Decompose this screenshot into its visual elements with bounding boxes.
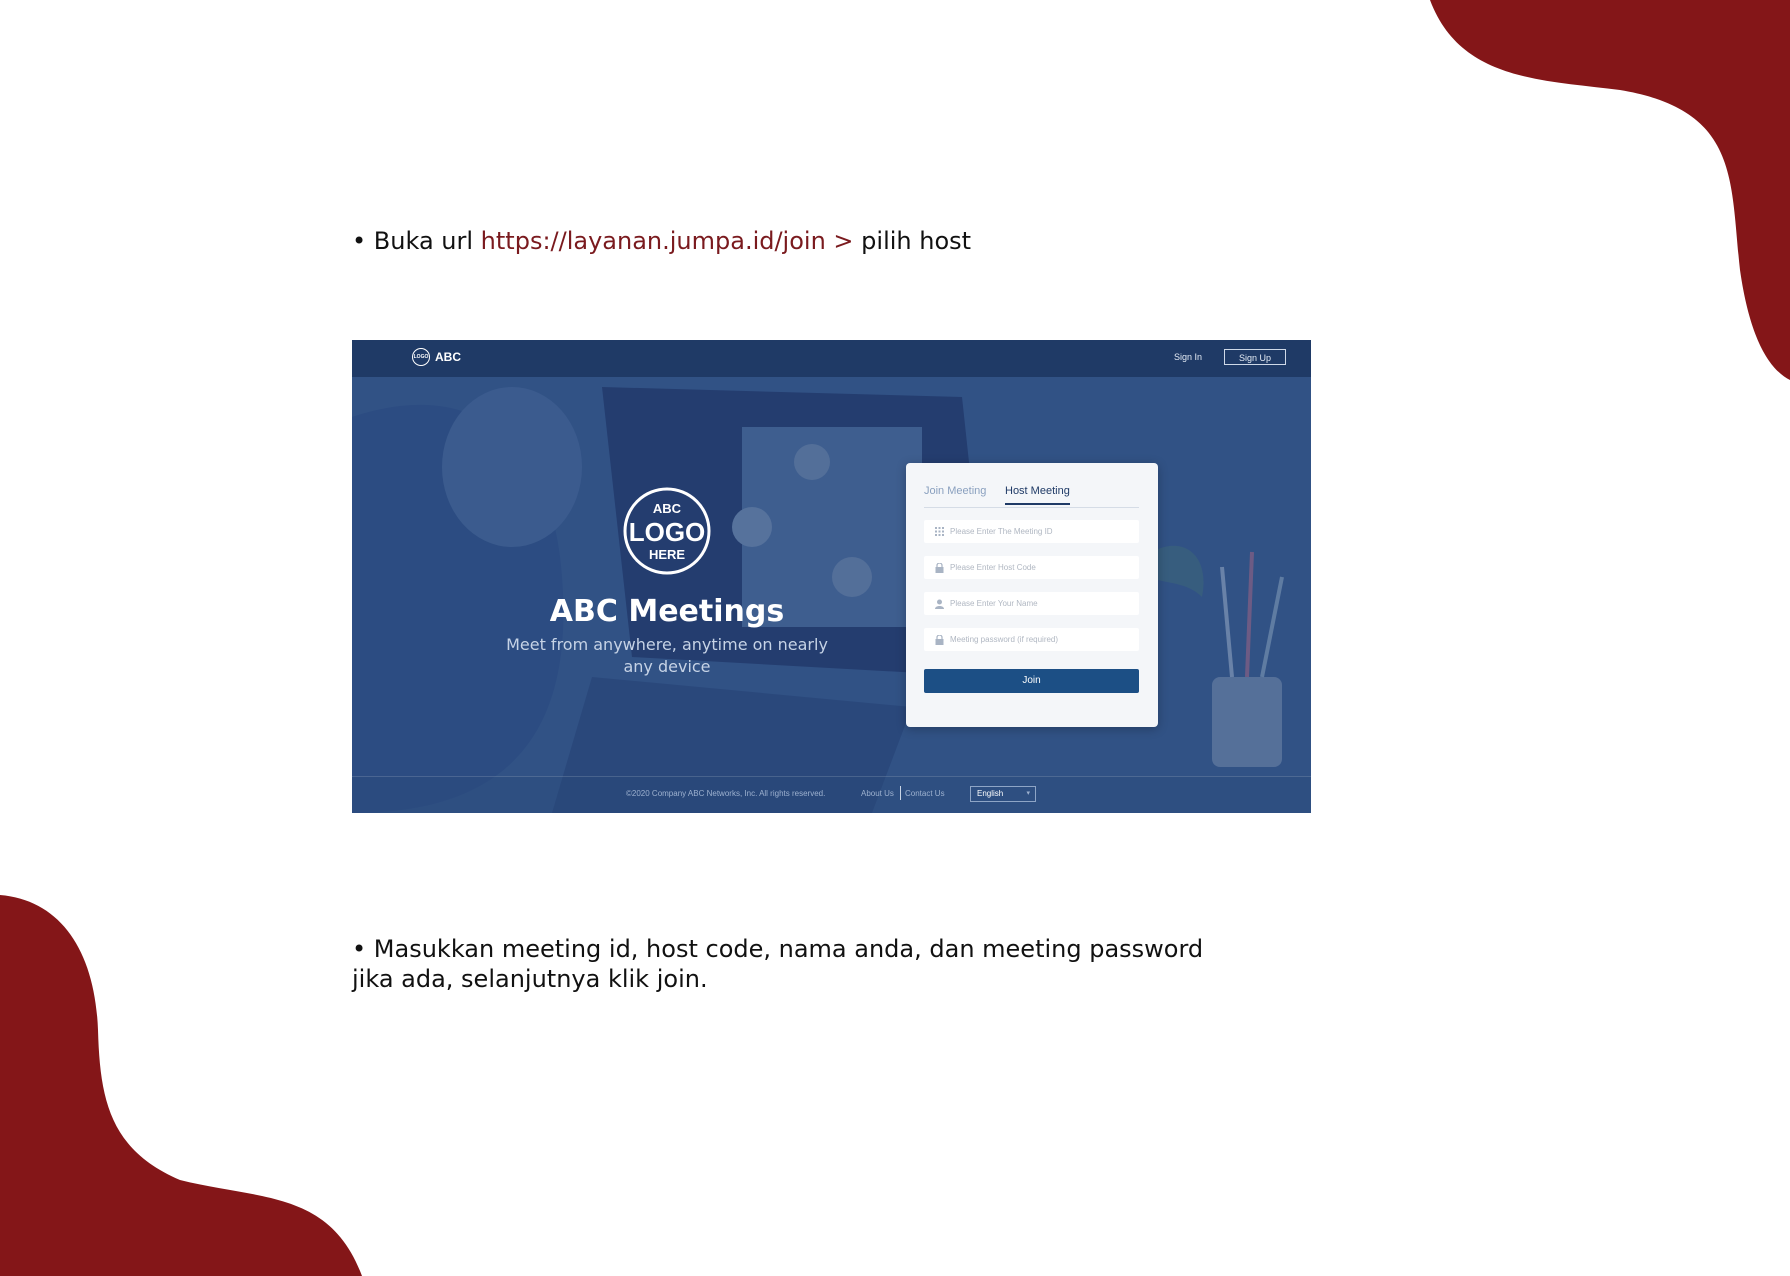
meeting-id-input[interactable] (950, 527, 1130, 536)
tab-join-meeting[interactable]: Join Meeting (924, 485, 986, 497)
form-tabs: Join Meeting Host Meeting (924, 485, 1139, 508)
meeting-portal-screenshot: LOGO ABC Sign In Sign Up ABC LOGO HERE A… (352, 340, 1311, 813)
blue-overlay (352, 377, 1311, 813)
chevron-down-icon: ▾ (1026, 790, 1030, 797)
logo-bottom-text: HERE (649, 547, 685, 562)
host-code-field[interactable] (924, 556, 1139, 579)
sign-in-link[interactable]: Sign In (1174, 352, 1202, 362)
name-input[interactable] (950, 599, 1130, 608)
password-input[interactable] (950, 635, 1130, 644)
brand-logo-icon: LOGO (412, 348, 430, 366)
top-right-blob (1430, 0, 1790, 380)
abc-logo-badge-icon: ABC LOGO HERE (623, 487, 711, 575)
name-field[interactable] (924, 592, 1139, 615)
instruction-step-1: • Buka url https://layanan.jumpa.id/join… (352, 226, 971, 256)
instruction-step-2-line-1: • Masukkan meeting id, host code, nama a… (352, 935, 1204, 963)
instruction-prefix: Buka url (373, 227, 474, 255)
instruction-step-2: • Masukkan meeting id, host code, nama a… (352, 934, 1203, 994)
hero-subtitle-line-2: any device (623, 657, 711, 676)
join-button[interactable]: Join (924, 669, 1139, 693)
page-footer: ©2020 Company ABC Networks, Inc. All rig… (352, 776, 1311, 813)
lock-icon (934, 634, 944, 645)
tab-host-meeting[interactable]: Host Meeting (1005, 485, 1070, 505)
host-meeting-form: Join Meeting Host Meeting Please Enter T… (906, 463, 1158, 727)
hero-title: ABC Meetings (549, 594, 785, 629)
instruction-step-2-line-2: jika ada, selanjutnya klik join. (352, 965, 708, 993)
brand-name: ABC (435, 350, 461, 364)
join-url-link[interactable]: https://layanan.jumpa.id/join > (481, 227, 854, 255)
hero-subtitle-line-1: Meet from anywhere, anytime on nearly (506, 635, 828, 654)
brand[interactable]: LOGO ABC (412, 348, 461, 366)
footer-divider (900, 786, 901, 800)
lock-icon (934, 562, 944, 573)
about-us-link[interactable]: About Us (861, 789, 894, 798)
user-icon (934, 599, 944, 609)
bullet: • (352, 227, 367, 255)
password-field[interactable] (924, 628, 1139, 651)
logo-mid-text: LOGO (629, 517, 706, 547)
meeting-id-field[interactable] (924, 520, 1139, 543)
instruction-suffix: pilih host (861, 227, 972, 255)
top-navbar: LOGO ABC Sign In Sign Up (352, 340, 1311, 377)
copyright-text: ©2020 Company ABC Networks, Inc. All rig… (626, 789, 826, 798)
logo-top-text: ABC (653, 501, 682, 516)
language-select[interactable]: English ▾ (970, 786, 1036, 802)
hero-subtitle: Meet from anywhere, anytime on nearly an… (502, 634, 832, 678)
sign-up-button[interactable]: Sign Up (1224, 349, 1286, 365)
contact-us-link[interactable]: Contact Us (905, 789, 945, 798)
grid-icon (934, 527, 944, 537)
language-value: English (977, 789, 1004, 798)
host-code-input[interactable] (950, 563, 1130, 572)
bottom-left-blob (0, 895, 362, 1276)
